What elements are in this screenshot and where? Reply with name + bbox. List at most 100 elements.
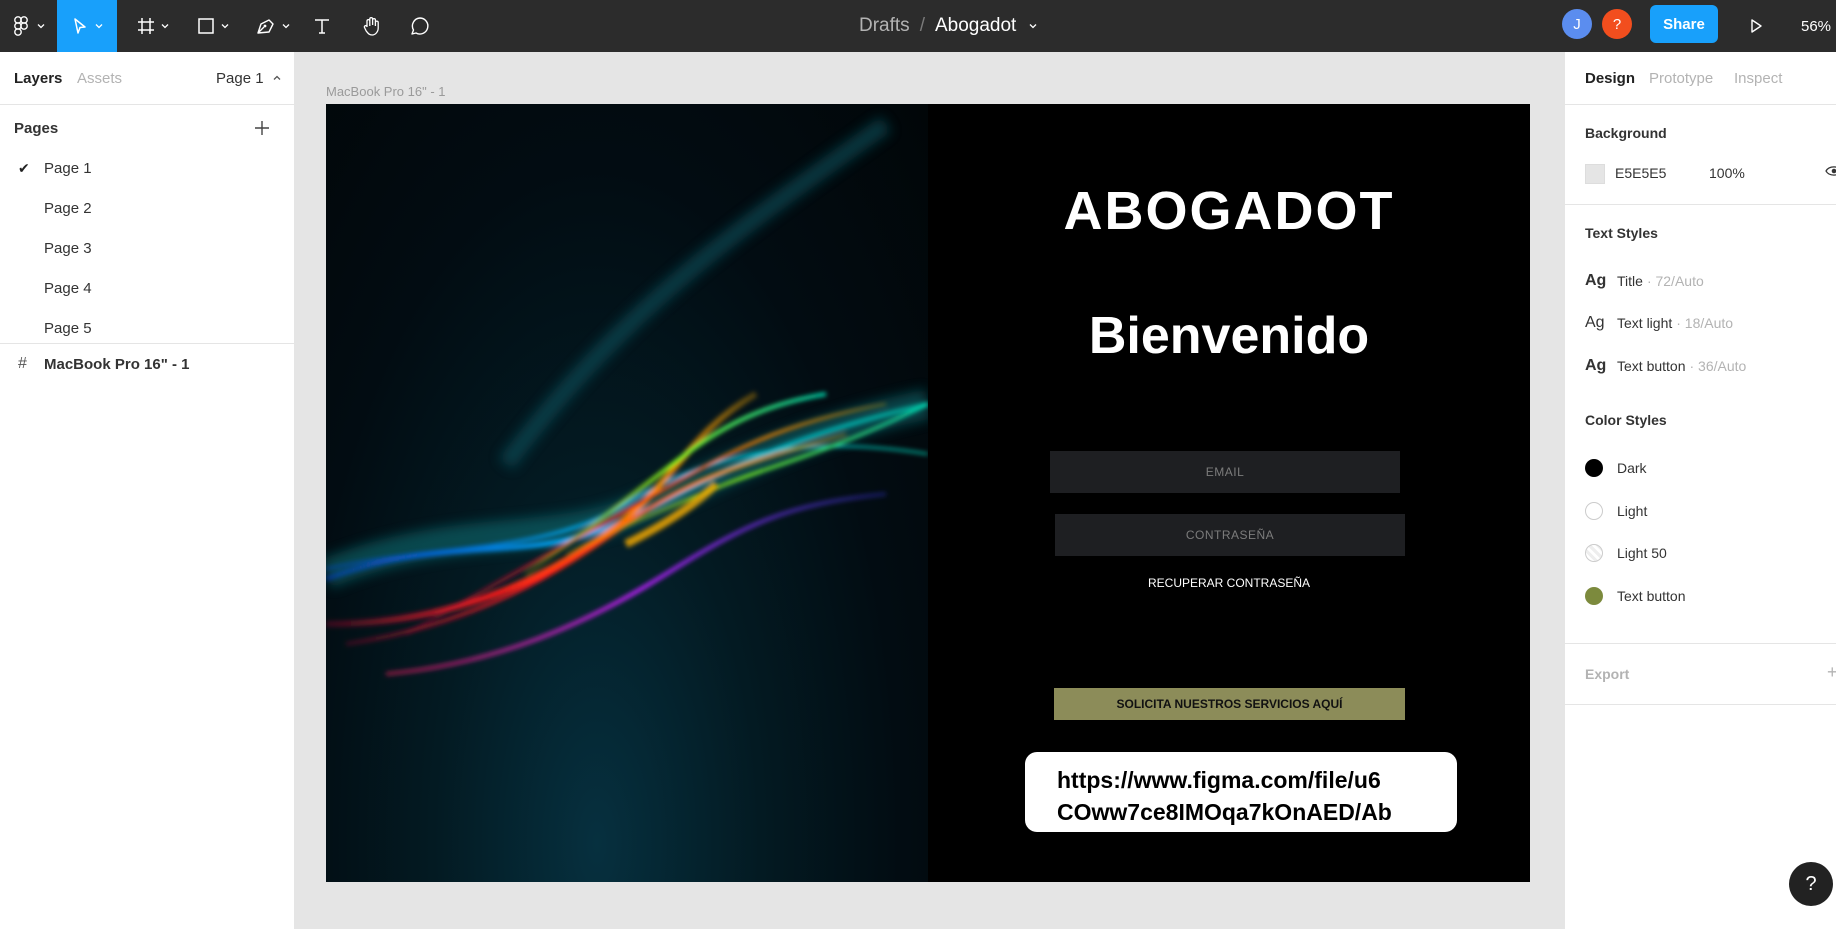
background-color-swatch[interactable] bbox=[1585, 164, 1605, 184]
chevron-down-icon bbox=[95, 24, 103, 29]
welcome-heading[interactable]: Bienvenido bbox=[928, 306, 1530, 366]
page-item-label: Page 5 bbox=[44, 319, 92, 337]
frame-label[interactable]: MacBook Pro 16" - 1 bbox=[326, 84, 446, 99]
cursor-icon bbox=[74, 18, 86, 34]
chevron-down-icon[interactable] bbox=[1028, 21, 1038, 31]
figma-menu-button[interactable] bbox=[6, 0, 50, 52]
file-name[interactable]: Abogadot bbox=[935, 15, 1016, 37]
pages-header: Pages bbox=[14, 120, 59, 137]
layer-item-frame[interactable]: # MacBook Pro 16" - 1 bbox=[0, 344, 294, 384]
add-page-button[interactable] bbox=[254, 116, 270, 142]
color-style-name: Light 50 bbox=[1617, 545, 1667, 561]
page-item-2[interactable]: Page 2 bbox=[0, 188, 294, 228]
comment-tool-button[interactable] bbox=[402, 0, 438, 52]
page-item-3[interactable]: Page 3 bbox=[0, 228, 294, 268]
color-styles-header: Color Styles bbox=[1585, 412, 1667, 428]
text-style-icon: Ag bbox=[1585, 314, 1605, 331]
page-item-4[interactable]: Page 4 bbox=[0, 268, 294, 308]
divider bbox=[1565, 204, 1836, 205]
color-swatch bbox=[1585, 459, 1603, 477]
url-line-1: https://www.figma.com/file/u6 bbox=[1057, 767, 1381, 793]
text-style-meta: · 36/Auto bbox=[1689, 358, 1747, 374]
layers-panel: Layers Assets Page 1 Pages ✔ Page 1 Page… bbox=[0, 52, 295, 929]
tab-prototype[interactable]: Prototype bbox=[1649, 70, 1713, 87]
color-style-text-button[interactable]: Text button bbox=[1585, 587, 1686, 605]
text-style-text-light[interactable]: Ag Text light · 18/Auto bbox=[1585, 314, 1733, 332]
text-style-name: Text light bbox=[1617, 315, 1673, 331]
play-icon bbox=[1751, 19, 1762, 33]
chevron-down-icon bbox=[37, 24, 45, 29]
pen-icon bbox=[257, 19, 274, 34]
frame-hash-icon: # bbox=[18, 355, 27, 372]
tab-design[interactable]: Design bbox=[1585, 70, 1635, 87]
pen-tool-button[interactable] bbox=[248, 0, 298, 52]
text-icon bbox=[315, 19, 329, 34]
export-header[interactable]: Export bbox=[1585, 666, 1629, 682]
text-style-meta: · 18/Auto bbox=[1676, 315, 1734, 331]
url-overlay: https://www.figma.com/file/u6 COww7ce8IM… bbox=[1025, 752, 1457, 832]
chevron-down-icon bbox=[221, 24, 229, 29]
page-item-label: Page 4 bbox=[44, 279, 92, 297]
comment-icon bbox=[411, 17, 429, 35]
zoom-level[interactable]: 56% bbox=[1801, 0, 1831, 52]
share-button[interactable]: Share bbox=[1650, 5, 1718, 43]
layers-panel-tabs: Layers Assets Page 1 bbox=[0, 52, 294, 105]
page-selector[interactable]: Page 1 bbox=[216, 70, 282, 87]
divider bbox=[1565, 643, 1836, 644]
hand-tool-button[interactable] bbox=[354, 0, 390, 52]
page-item-5[interactable]: Page 5 bbox=[0, 308, 294, 348]
text-style-icon: Ag bbox=[1585, 272, 1607, 289]
background-header: Background bbox=[1585, 125, 1667, 141]
avatar-unknown[interactable]: ? bbox=[1602, 9, 1632, 39]
tab-inspect[interactable]: Inspect bbox=[1734, 70, 1782, 87]
text-style-icon: Ag bbox=[1585, 357, 1607, 374]
divider bbox=[1565, 704, 1836, 705]
text-tool-button[interactable] bbox=[306, 0, 338, 52]
toolbar: Drafts / Abogadot J ? Share 56% bbox=[0, 0, 1836, 52]
text-style-name: Text button bbox=[1617, 358, 1686, 374]
shape-tool-button[interactable] bbox=[188, 0, 238, 52]
color-style-light-50[interactable]: Light 50 bbox=[1585, 544, 1667, 562]
properties-tabs: Design Prototype Inspect bbox=[1565, 52, 1836, 105]
color-style-dark[interactable]: Dark bbox=[1585, 459, 1647, 477]
chevron-down-icon bbox=[282, 24, 290, 29]
abstract-light-waves-image bbox=[326, 116, 928, 676]
breadcrumb-drafts[interactable]: Drafts bbox=[859, 15, 910, 37]
background-opacity-value[interactable]: 100% bbox=[1709, 165, 1745, 181]
breadcrumb-separator: / bbox=[919, 15, 925, 36]
email-field[interactable]: EMAIL bbox=[1050, 451, 1400, 493]
text-styles-header: Text Styles bbox=[1585, 225, 1658, 241]
text-style-meta: · 72/Auto bbox=[1646, 273, 1704, 289]
help-button[interactable]: ? bbox=[1789, 862, 1833, 906]
check-icon: ✔ bbox=[18, 159, 30, 176]
color-swatch bbox=[1585, 502, 1603, 520]
tab-layers[interactable]: Layers bbox=[14, 70, 62, 87]
present-button[interactable] bbox=[1742, 0, 1770, 52]
text-style-text-button[interactable]: Ag Text button · 36/Auto bbox=[1585, 357, 1746, 375]
color-style-name: Text button bbox=[1617, 588, 1686, 604]
hero-image bbox=[326, 104, 928, 882]
page-item-1[interactable]: ✔ Page 1 bbox=[0, 148, 294, 188]
tab-assets[interactable]: Assets bbox=[77, 70, 122, 87]
request-services-button[interactable]: SOLICITA NUESTROS SERVICIOS AQUÍ bbox=[1054, 688, 1405, 720]
rectangle-icon bbox=[198, 18, 214, 34]
avatar[interactable]: J bbox=[1562, 9, 1592, 39]
color-style-name: Dark bbox=[1617, 460, 1647, 476]
frame-hash-icon bbox=[138, 18, 154, 34]
url-line-2: COww7ce8IMOqa7kOnAED/Ab bbox=[1057, 799, 1392, 825]
move-tool-button[interactable] bbox=[57, 0, 117, 52]
app-title[interactable]: ABOGADOT bbox=[928, 180, 1530, 242]
layer-item-label: MacBook Pro 16" - 1 bbox=[44, 355, 190, 373]
breadcrumb: Drafts / Abogadot bbox=[859, 0, 1038, 52]
chevron-up-icon bbox=[273, 75, 281, 80]
hand-icon bbox=[363, 17, 379, 36]
color-style-light[interactable]: Light bbox=[1585, 502, 1647, 520]
background-hex-value[interactable]: E5E5E5 bbox=[1615, 165, 1666, 181]
properties-panel: Design Prototype Inspect Background E5E5… bbox=[1564, 52, 1836, 929]
frame-tool-button[interactable] bbox=[128, 0, 178, 52]
password-field[interactable]: CONTRASEÑA bbox=[1055, 514, 1405, 556]
eye-icon[interactable] bbox=[1825, 164, 1836, 183]
text-style-title[interactable]: Ag Title · 72/Auto bbox=[1585, 272, 1704, 290]
recover-password-link[interactable]: RECUPERAR CONTRASEÑA bbox=[928, 576, 1530, 590]
plus-icon[interactable]: + bbox=[1827, 662, 1836, 683]
